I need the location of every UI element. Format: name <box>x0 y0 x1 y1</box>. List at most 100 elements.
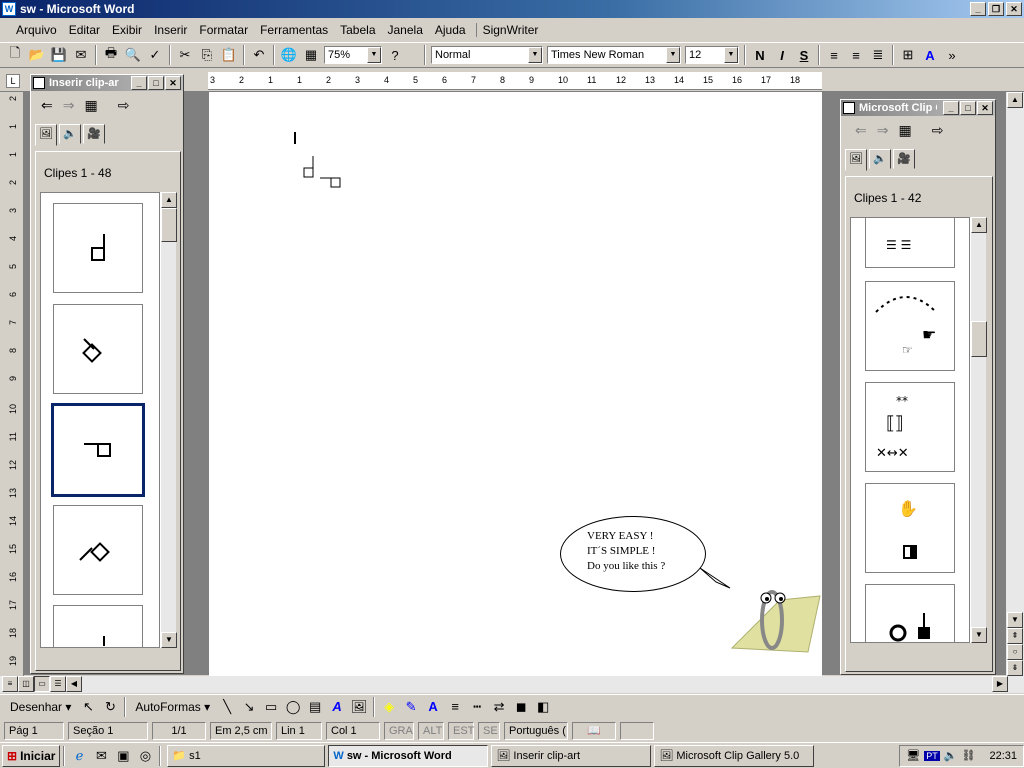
status-ovr[interactable]: SE <box>478 722 500 740</box>
justify-icon[interactable]: ≣ <box>867 44 889 66</box>
tab-pictures[interactable]: 🖼 <box>845 149 867 171</box>
clip-thumbnail[interactable] <box>865 584 955 642</box>
menu-exibir[interactable]: Exibir <box>106 23 148 37</box>
scroll-thumb[interactable] <box>161 208 177 242</box>
left-panel-close[interactable]: ✕ <box>165 76 181 90</box>
doc-scroll-down[interactable]: ▼ <box>1007 612 1023 628</box>
outline-view-button[interactable]: ☰ <box>50 676 66 692</box>
menu-arquivo[interactable]: Arquivo <box>10 23 63 37</box>
clip-thumbnail-selected[interactable] <box>51 403 145 497</box>
text-color-icon[interactable]: A <box>422 696 444 718</box>
outlook-icon[interactable]: ✉ <box>90 745 112 767</box>
draw-menu[interactable]: Desenhar ▾ <box>4 700 77 714</box>
scroll-up-button[interactable]: ▲ <box>971 217 987 233</box>
tray-lang-badge[interactable]: PT <box>924 750 940 761</box>
spelling-status-icon[interactable]: 📖 <box>572 722 616 740</box>
line-color-icon[interactable]: ✎ <box>400 696 422 718</box>
scroll-down-button[interactable]: ▼ <box>161 632 177 648</box>
left-clips-scrollbar[interactable]: ▲ ▼ <box>160 192 177 648</box>
tab-motion[interactable]: 🎥 <box>83 124 105 144</box>
rectangle-icon[interactable]: ▭ <box>260 696 282 718</box>
status-ext[interactable]: EST <box>448 722 474 740</box>
right-panel-minimize[interactable]: _ <box>943 101 959 115</box>
textbox-icon[interactable]: ▤ <box>304 696 326 718</box>
close-button[interactable]: ✕ <box>1006 2 1022 16</box>
menu-signwriter[interactable]: SignWriter <box>475 23 545 37</box>
3d-icon[interactable]: ◧ <box>532 696 554 718</box>
left-panel-minimize[interactable]: _ <box>131 76 147 90</box>
ie-icon[interactable]: ℯ <box>68 745 90 767</box>
clipart-insert-icon[interactable]: 🖼 <box>348 696 370 718</box>
font-select[interactable]: Times New Roman ▼ <box>547 46 681 64</box>
help-icon[interactable]: ? <box>384 44 406 66</box>
web-view-button[interactable]: ◫ <box>18 676 34 692</box>
horizontal-ruler[interactable]: 3 2 1 1 2 3 4 5 6 7 8 9 10 11 12 13 14 15 16 17 18 <box>208 72 822 90</box>
browse-object-button[interactable]: ○ <box>1007 644 1023 660</box>
clip-thumbnail[interactable]: ✋ <box>865 483 955 573</box>
paste-icon[interactable]: 📋 <box>218 44 240 66</box>
spellcheck-icon[interactable]: ✓ <box>144 44 166 66</box>
line-icon[interactable]: ╲ <box>216 696 238 718</box>
right-panel-maximize[interactable]: □ <box>960 101 976 115</box>
scroll-up-button[interactable]: ▲ <box>161 192 177 208</box>
right-panel-close[interactable]: ✕ <box>977 101 993 115</box>
arrow-icon[interactable]: ↘ <box>238 696 260 718</box>
right-clips-scrollbar[interactable]: ▲ ▼ <box>970 217 987 643</box>
border-icon[interactable]: ⊞ <box>897 44 919 66</box>
save-icon[interactable]: 💾 <box>48 44 70 66</box>
scroll-left-button[interactable]: ◀ <box>66 676 82 692</box>
all-categories-icon[interactable]: ▦ <box>898 122 911 139</box>
doc-scroll-up[interactable]: ▲ <box>1007 92 1023 108</box>
tab-sounds[interactable]: 🔈 <box>59 124 81 144</box>
oval-icon[interactable]: ◯ <box>282 696 304 718</box>
menu-formatar[interactable]: Formatar <box>193 23 254 37</box>
more-icon[interactable]: » <box>941 44 963 66</box>
menu-inserir[interactable]: Inserir <box>148 23 193 37</box>
email-icon[interactable]: ✉ <box>70 44 92 66</box>
copy-icon[interactable]: ⎘ <box>196 44 218 66</box>
size-select[interactable]: 12 ▼ <box>685 46 739 64</box>
next-page-button[interactable]: ⇟ <box>1007 660 1023 676</box>
scroll-thumb[interactable] <box>971 321 987 357</box>
forward-arrow-icon[interactable]: ⇒ <box>63 97 75 114</box>
back-arrow-icon[interactable]: ⇐ <box>855 122 867 139</box>
status-rec[interactable]: GRA <box>384 722 414 740</box>
task-clip-gallery[interactable]: 🖼 Microsoft Clip Gallery 5.0 <box>654 744 815 767</box>
align-center-icon[interactable]: ≡ <box>845 44 867 66</box>
scroll-down-button[interactable]: ▼ <box>971 627 987 643</box>
menu-ferramentas[interactable]: Ferramentas <box>254 23 334 37</box>
document-horizontal-scrollbar[interactable]: ≡ ◫ ▭ ☰ ◀ ▶ <box>0 676 1024 693</box>
tab-pictures[interactable]: 🖼 <box>35 124 57 146</box>
desktop-icon[interactable]: ▣ <box>112 745 134 767</box>
minimize-button[interactable]: _ <box>970 2 986 16</box>
shadow-icon[interactable]: ◼ <box>510 696 532 718</box>
menu-editar[interactable]: Editar <box>63 23 106 37</box>
menu-janela[interactable]: Janela <box>382 23 429 37</box>
normal-view-button[interactable]: ≡ <box>2 676 18 692</box>
autoshapes-menu[interactable]: AutoFormas ▾ <box>129 700 216 714</box>
tray-clock[interactable]: 22:31 <box>989 750 1017 762</box>
free-rotate-icon[interactable]: ↻ <box>99 696 121 718</box>
tab-motion[interactable]: 🎥 <box>893 149 915 169</box>
tray-network-icon[interactable]: ⛓ <box>962 749 976 762</box>
prev-page-button[interactable]: ⇞ <box>1007 628 1023 644</box>
cut-icon[interactable]: ✂ <box>174 44 196 66</box>
strike-button[interactable]: S <box>793 44 815 66</box>
print-icon[interactable]: 🖶 <box>100 44 122 66</box>
import-clips-icon[interactable]: ⇨ <box>932 122 944 139</box>
font-color-icon[interactable]: A <box>919 44 941 66</box>
vertical-ruler[interactable]: 2 1 1 2 3 4 5 6 7 8 9 10 11 12 13 14 15 16 17 18 19 <box>0 92 24 676</box>
tab-stop-selector[interactable]: L <box>6 74 20 88</box>
line-style-icon[interactable]: ≡ <box>444 696 466 718</box>
new-doc-icon[interactable]: 🗋 <box>4 44 26 66</box>
dash-style-icon[interactable]: ┅ <box>466 696 488 718</box>
channels-icon[interactable]: ◎ <box>134 745 156 767</box>
import-clips-icon[interactable]: ⇨ <box>118 97 130 114</box>
select-pointer-icon[interactable]: ↖ <box>77 696 99 718</box>
undo-icon[interactable]: ↶ <box>248 44 270 66</box>
clip-thumbnail[interactable] <box>53 605 143 647</box>
all-categories-icon[interactable]: ▦ <box>84 97 97 114</box>
preview-icon[interactable]: 🔍 <box>122 44 144 66</box>
tray-volume-icon[interactable]: 🔈 <box>944 749 958 762</box>
start-button[interactable]: ⊞ Iniciar <box>2 744 61 767</box>
